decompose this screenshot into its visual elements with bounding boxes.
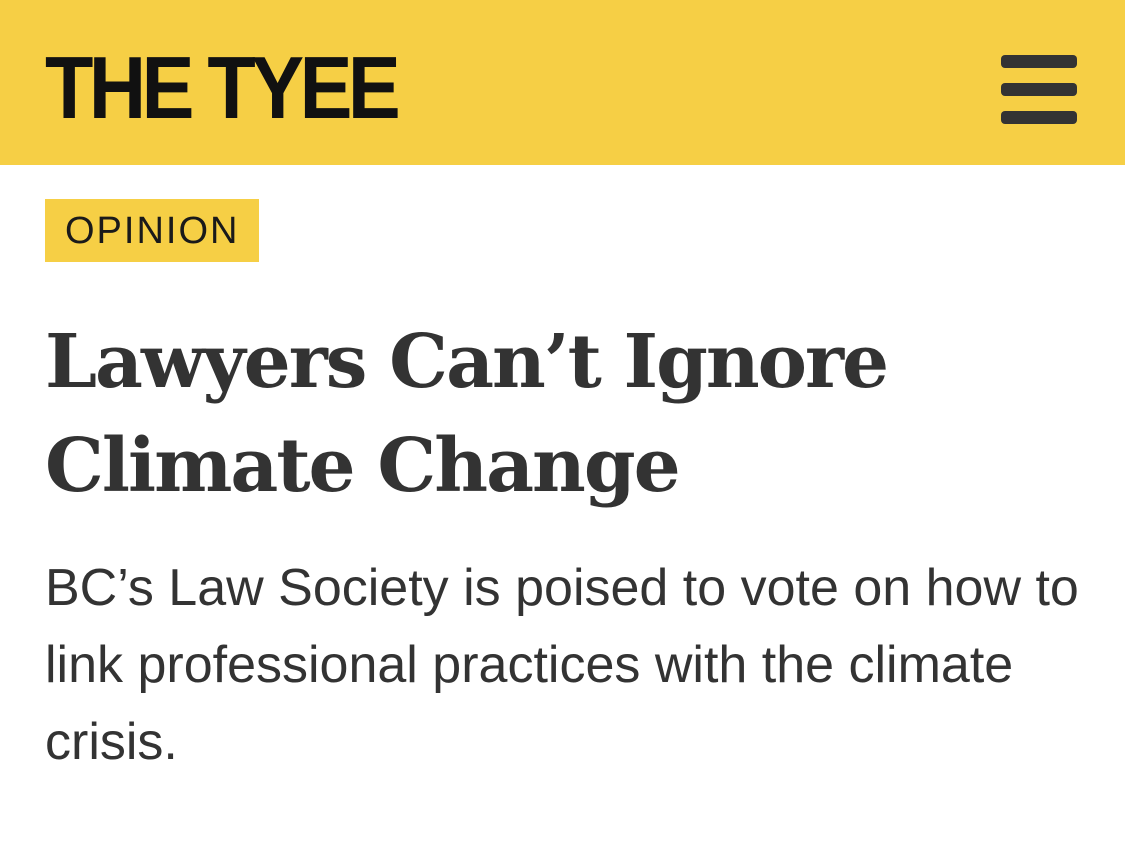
menu-bar-middle	[1001, 83, 1077, 96]
article-dek: BC’s Law Society is poised to vote on ho…	[45, 559, 1079, 771]
hamburger-menu-icon[interactable]	[996, 52, 1082, 128]
menu-bar-bottom	[1001, 111, 1077, 124]
article-headline[interactable]: Lawyers Can’t Ignore Climate Change	[45, 310, 1085, 518]
site-logo[interactable]: THE TYEE	[45, 44, 401, 132]
section-badge[interactable]: OPINION	[45, 199, 260, 262]
menu-bar-top	[1001, 55, 1077, 68]
section-label: OPINION	[65, 209, 240, 252]
site-header: THE TYEE	[0, 0, 1125, 165]
